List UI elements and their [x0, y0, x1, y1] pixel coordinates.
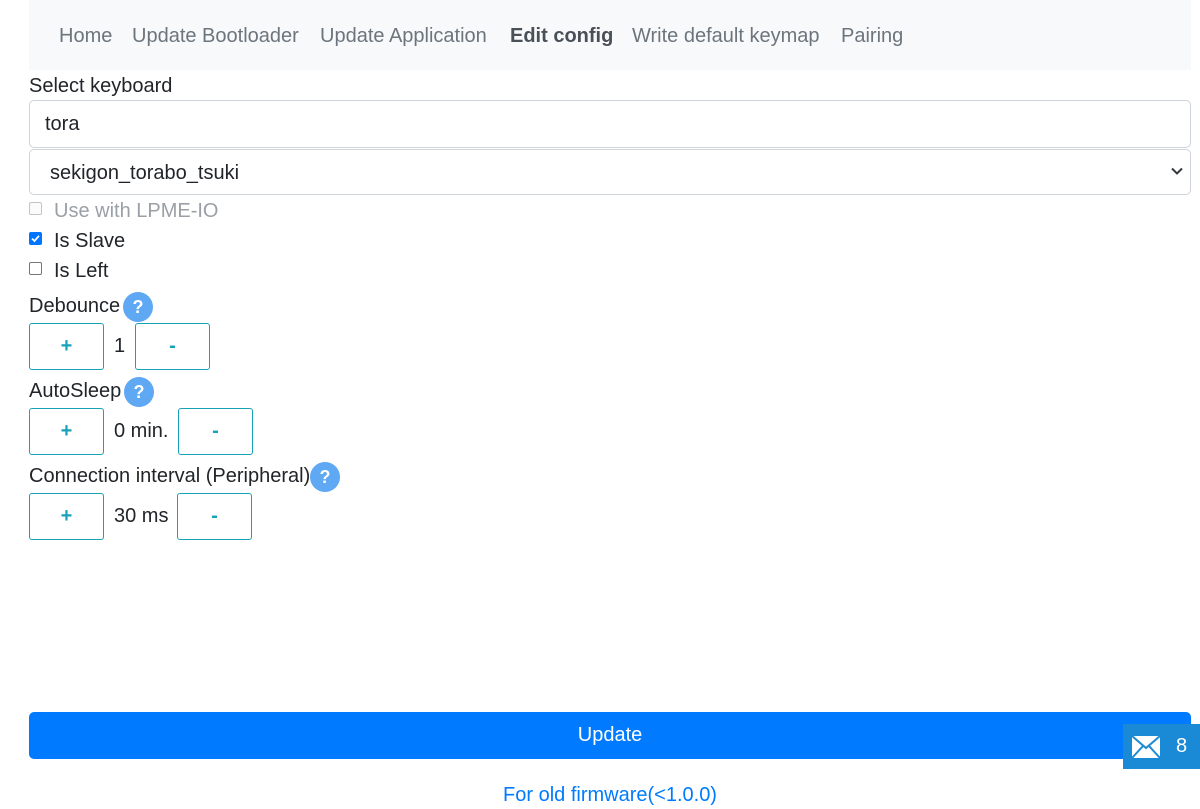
nav-pairing[interactable]: Pairing [841, 24, 903, 48]
autosleep-label: AutoSleep [29, 380, 122, 402]
is-slave-checkbox[interactable] [29, 232, 42, 245]
nav-write-default-keymap[interactable]: Write default keymap [632, 24, 820, 48]
envelope-icon [1131, 735, 1161, 759]
connection-interval-minus-button[interactable]: - [177, 493, 252, 540]
floating-widget[interactable]: 8 [1123, 724, 1200, 769]
debounce-help-icon[interactable]: ? [123, 292, 153, 322]
nav-home[interactable]: Home [59, 24, 112, 48]
autosleep-plus-button[interactable]: + [29, 408, 104, 455]
lpme-io-label: Use with LPME-IO [54, 200, 219, 222]
autosleep-value: 0 min. [114, 420, 169, 442]
connection-interval-help-icon[interactable]: ? [310, 462, 340, 492]
nav-update-application[interactable]: Update Application [320, 24, 487, 48]
is-left-label: Is Left [54, 260, 109, 282]
keyboard-search-input[interactable] [29, 100, 1191, 148]
select-keyboard-label: Select keyboard [29, 75, 173, 97]
top-navbar: Home Update Bootloader Update Applicatio… [29, 0, 1191, 70]
nav-update-bootloader[interactable]: Update Bootloader [132, 24, 299, 48]
connection-interval-label: Connection interval (Peripheral) [29, 465, 311, 487]
nav-edit-config[interactable]: Edit config [510, 24, 613, 48]
widget-count: 8 [1176, 735, 1188, 757]
old-firmware-link[interactable]: For old firmware(<1.0.0) [0, 783, 1200, 807]
is-slave-label: Is Slave [54, 230, 126, 252]
chevron-down-icon [1171, 167, 1183, 175]
connection-interval-value: 30 ms [114, 505, 169, 527]
lpme-io-checkbox[interactable] [29, 202, 42, 215]
debounce-value: 1 [114, 335, 126, 357]
autosleep-minus-button[interactable]: - [178, 408, 253, 455]
debounce-minus-button[interactable]: - [135, 323, 210, 370]
is-left-checkbox[interactable] [29, 262, 42, 275]
keyboard-select[interactable]: sekigon_torabo_tsuki [29, 149, 1191, 195]
keyboard-select-value: sekigon_torabo_tsuki [50, 162, 240, 184]
check-icon [31, 235, 40, 243]
debounce-plus-button[interactable]: + [29, 323, 104, 370]
autosleep-help-icon[interactable]: ? [124, 377, 154, 407]
debounce-label: Debounce [29, 295, 121, 317]
update-button[interactable]: Update [29, 712, 1191, 759]
connection-interval-plus-button[interactable]: + [29, 493, 104, 540]
